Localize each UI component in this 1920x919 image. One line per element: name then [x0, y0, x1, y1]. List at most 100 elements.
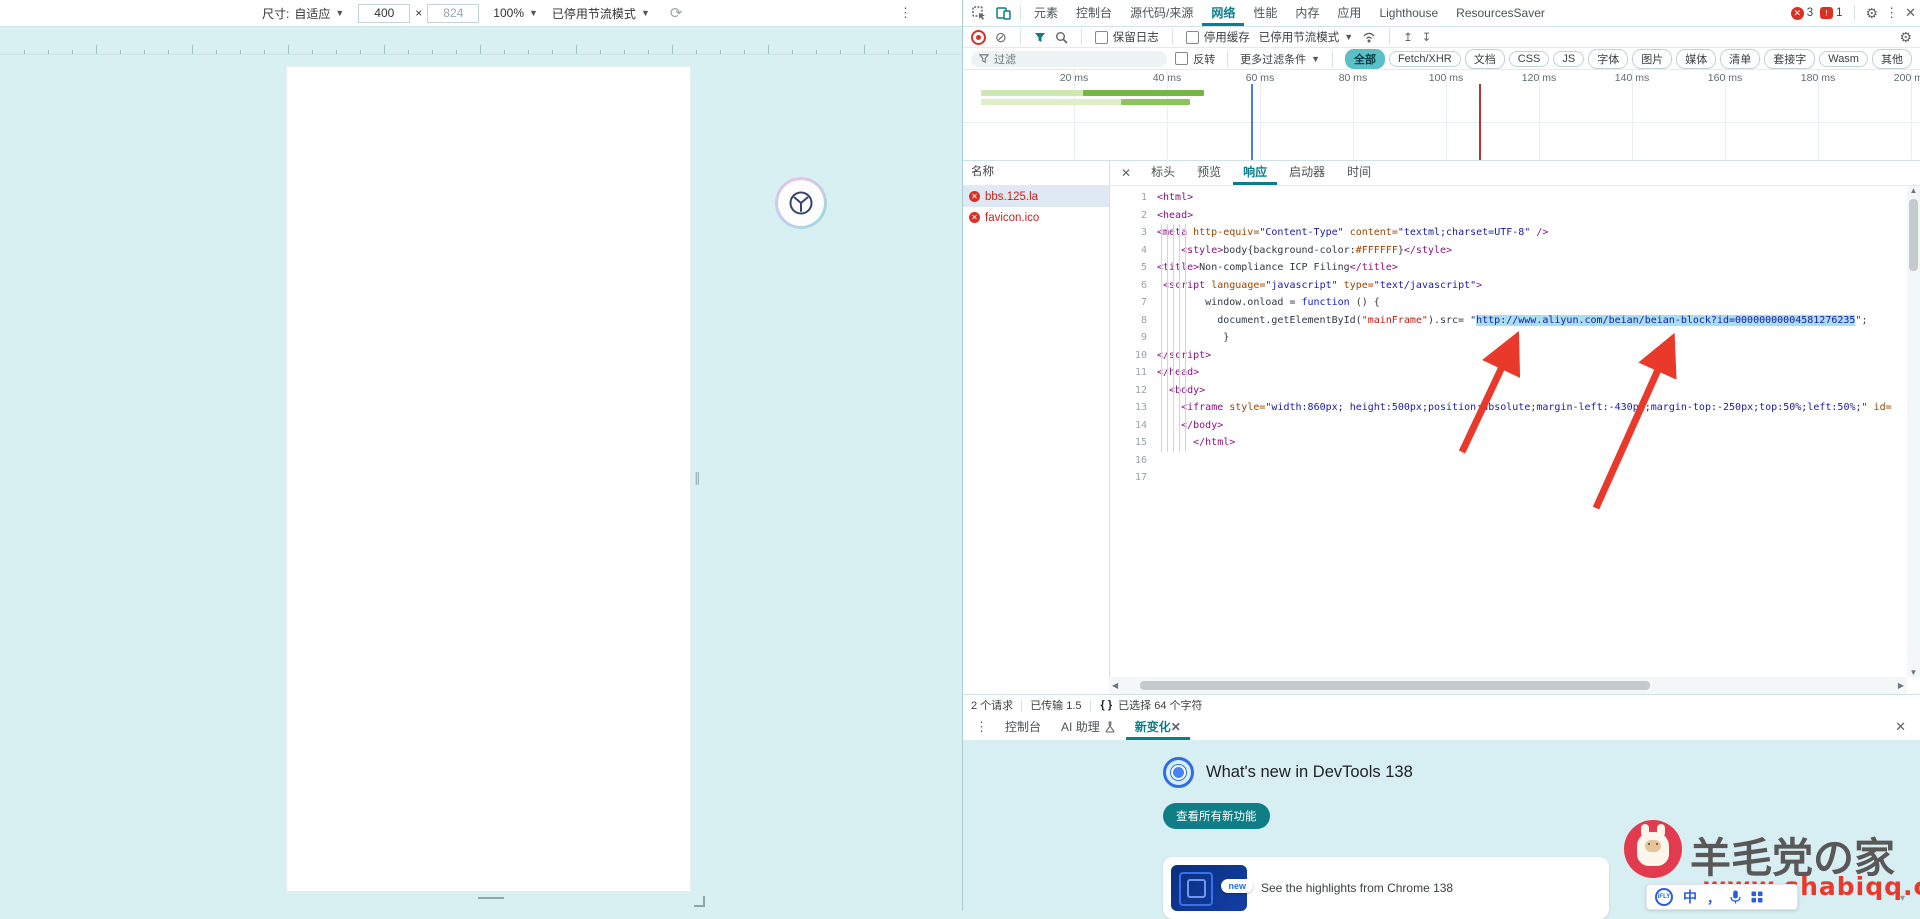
response-tab-启动器[interactable]: 启动器 [1279, 160, 1335, 185]
grid-menu-icon[interactable] [1751, 891, 1763, 903]
response-tab-标头[interactable]: 标头 [1141, 160, 1185, 185]
filter-input[interactable]: 过滤 [971, 51, 1167, 67]
response-tab-预览[interactable]: 预览 [1187, 160, 1231, 185]
console-errors-badge[interactable]: ✕ 3 [1791, 7, 1813, 20]
format-braces-icon[interactable]: { } [1101, 699, 1113, 711]
toggle-device-toolbar-icon[interactable] [991, 7, 1016, 20]
chip-媒体[interactable]: 媒体 [1676, 49, 1716, 69]
export-har-icon[interactable]: ↧ [1422, 30, 1432, 44]
response-tab-响应[interactable]: 响应 [1233, 160, 1277, 185]
close-request-detail-icon[interactable]: ✕ [1113, 166, 1139, 180]
chip-Fetch/XHR[interactable]: Fetch/XHR [1389, 51, 1461, 67]
ruler-tick [192, 45, 193, 54]
scrollbar-thumb[interactable] [1909, 199, 1918, 271]
see-all-new-features-button[interactable]: 查看所有新功能 [1163, 803, 1270, 829]
chip-清单[interactable]: 清单 [1720, 49, 1760, 69]
chip-全部[interactable]: 全部 [1345, 49, 1385, 69]
network-settings-gear-icon[interactable]: ⚙ [1899, 29, 1912, 46]
scroll-up-icon[interactable]: ▲ [1910, 186, 1918, 195]
filter-funnel-icon[interactable] [1034, 32, 1046, 43]
scroll-left-icon[interactable]: ◀ [1112, 681, 1118, 690]
scroll-right-icon[interactable]: ▶ [1898, 681, 1904, 690]
scroll-down-icon[interactable]: ▼ [1910, 668, 1918, 677]
chip-JS[interactable]: JS [1553, 51, 1584, 67]
inspect-element-icon[interactable] [967, 6, 991, 20]
drawer-scroll-caret-icon[interactable]: ▾ [1900, 893, 1905, 904]
tab-网络[interactable]: 网络 [1202, 0, 1244, 26]
drawer-more-icon[interactable]: ⋮ [969, 719, 994, 735]
preserve-log-checkbox[interactable]: 保留日志 [1095, 29, 1159, 45]
tab-Lighthouse[interactable]: Lighthouse [1370, 0, 1447, 26]
dimension-times-label: × [415, 6, 422, 20]
viewport-width-input[interactable]: 400 [358, 4, 410, 23]
chip-其他[interactable]: 其他 [1872, 49, 1912, 69]
devtools-more-icon[interactable]: ⋮ [1885, 5, 1898, 21]
network-throttling-value: 已停用节流模式 [1259, 29, 1340, 45]
drawer-tab-AI 助理[interactable]: AI 助理 [1052, 714, 1124, 740]
chip-CSS[interactable]: CSS [1509, 51, 1550, 67]
request-row[interactable]: ✕bbs.125.la [963, 186, 1109, 207]
response-source-view[interactable]: 1<html>2<head>3<meta http-equiv="Content… [1109, 186, 1907, 677]
drawer-tab-控制台[interactable]: 控制台 [996, 714, 1050, 740]
chip-字体[interactable]: 字体 [1588, 49, 1628, 69]
viewport-resize-handle-right[interactable]: ∥ [694, 470, 701, 486]
disable-cache-checkbox[interactable]: 停用缓存 [1186, 29, 1250, 45]
code-indent-guide [1161, 224, 1162, 452]
chip-图片[interactable]: 图片 [1632, 49, 1672, 69]
issues-badge[interactable]: ! 1 [1820, 7, 1842, 19]
request-list-header-name[interactable]: 名称 [963, 160, 1109, 186]
record-network-log-button[interactable] [971, 30, 986, 45]
viewport-height-input[interactable]: 824 [427, 4, 479, 23]
tab-应用[interactable]: 应用 [1328, 0, 1370, 26]
tab-元素[interactable]: 元素 [1025, 0, 1067, 26]
search-icon[interactable] [1055, 31, 1068, 44]
viewport-resize-handle-bottom[interactable] [478, 897, 504, 899]
tab-控制台[interactable]: 控制台 [1067, 0, 1121, 26]
ruler-tick [576, 45, 577, 54]
network-throttling-select[interactable]: 已停用节流模式 ▼ [1259, 29, 1353, 45]
viewport-resize-handle-corner[interactable] [694, 896, 705, 907]
tab-内存[interactable]: 内存 [1286, 0, 1328, 26]
code-indent-guide [1167, 224, 1168, 452]
device-size-select[interactable]: 尺寸: 自适应 ▼ [262, 5, 344, 22]
clear-network-log-icon[interactable]: ⊘ [995, 30, 1007, 44]
microphone-icon[interactable] [1730, 890, 1741, 904]
devtools-close-icon[interactable]: ✕ [1905, 5, 1916, 21]
line-content: <head> [1157, 207, 1193, 225]
rotate-viewport-icon[interactable]: ⟳ [670, 4, 683, 22]
chip-文档[interactable]: 文档 [1465, 49, 1505, 69]
response-tab-时间[interactable]: 时间 [1337, 160, 1381, 185]
invert-filter-checkbox[interactable]: 反转 [1175, 51, 1215, 67]
import-har-icon[interactable]: ↥ [1403, 30, 1413, 44]
tab-ResourcesSaver[interactable]: ResourcesSaver [1447, 0, 1554, 26]
chip-套接字[interactable]: 套接字 [1764, 49, 1815, 69]
ime-language-toggle[interactable]: 中 [1683, 887, 1697, 907]
issue-count: 1 [1836, 7, 1842, 19]
highlights-card-text: See the highlights from Chrome 138 [1261, 881, 1453, 895]
tab-源代码/来源[interactable]: 源代码/来源 [1121, 0, 1202, 26]
device-toolbar-more-icon[interactable]: ⋮ [899, 5, 912, 21]
network-conditions-icon[interactable] [1362, 31, 1376, 43]
drawer-close-icon[interactable]: ✕ [1895, 719, 1914, 735]
device-ruler [0, 27, 962, 55]
close-tab-icon[interactable]: ✕ [1171, 714, 1181, 740]
throttling-select[interactable]: 已停用节流模式 ▼ [552, 5, 650, 22]
request-row[interactable]: ✕favicon.ico [963, 207, 1109, 228]
scrollbar-thumb[interactable] [1140, 681, 1650, 690]
horizontal-scrollbar[interactable]: ◀ ▶ [1109, 677, 1907, 694]
chrome-highlights-card[interactable]: new See the highlights from Chrome 138 [1163, 857, 1609, 919]
settings-gear-icon[interactable]: ⚙ [1866, 5, 1879, 22]
request-name: bbs.125.la [985, 191, 1038, 203]
tab-性能[interactable]: 性能 [1244, 0, 1286, 26]
emulated-viewport[interactable] [287, 67, 690, 891]
drawer-tab-新变化[interactable]: 新变化 ✕ [1126, 714, 1190, 740]
ime-toolbar[interactable]: iFLY 中 ， [1646, 884, 1798, 910]
chip-Wasm[interactable]: Wasm [1819, 51, 1868, 67]
more-filters-select[interactable]: 更多过滤条件 ▼ [1240, 51, 1320, 67]
zoom-select[interactable]: 100% ▼ [493, 6, 538, 20]
ime-punctuation-toggle[interactable]: ， [1707, 888, 1720, 907]
vertical-scrollbar[interactable]: ▲ ▼ [1907, 186, 1920, 677]
ruler-tick [504, 50, 505, 54]
code-line: 6 <script language="javascript" type="te… [1109, 277, 1907, 295]
network-overview-timeline[interactable]: 20 ms40 ms60 ms80 ms100 ms120 ms140 ms16… [963, 70, 1920, 161]
